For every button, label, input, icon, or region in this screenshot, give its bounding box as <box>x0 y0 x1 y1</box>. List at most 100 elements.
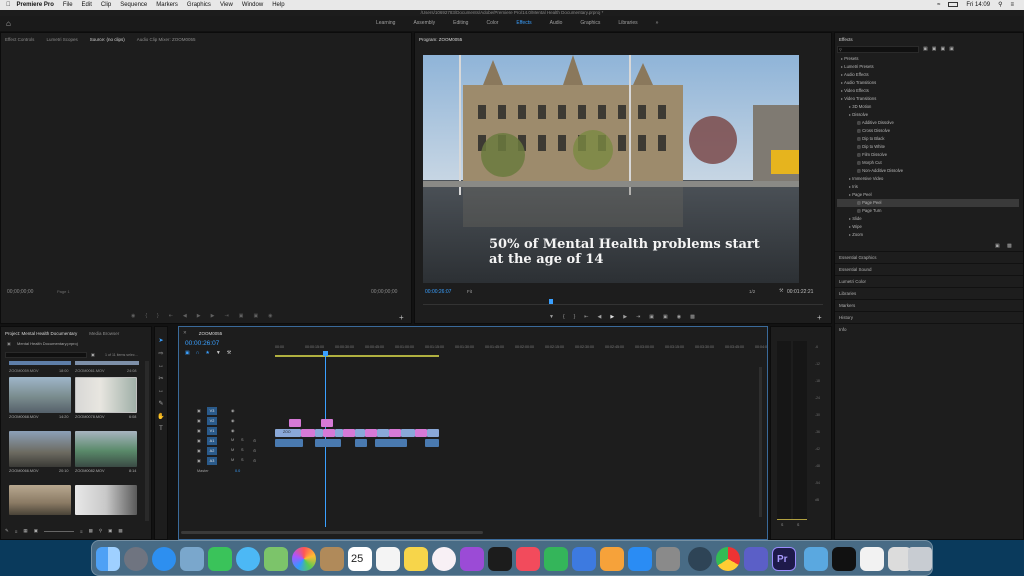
numbers-icon[interactable] <box>544 547 568 571</box>
audio-clip[interactable] <box>425 439 439 447</box>
nest-icon[interactable]: ▣ <box>185 350 190 356</box>
step-back-icon[interactable]: ◀ <box>598 314 602 320</box>
ws-more-button[interactable]: » <box>656 20 659 26</box>
program-resolution-dropdown[interactable]: 1/2 <box>749 289 755 294</box>
news-icon[interactable] <box>516 547 540 571</box>
list-view-icon[interactable]: ≡ <box>15 529 18 534</box>
effects-search-input[interactable]: ⚲ <box>837 46 919 53</box>
effects-section-header[interactable]: Markers <box>835 299 1023 311</box>
effects-tree-item[interactable]: ▸ Wipe <box>837 223 1019 231</box>
effects-tree-item[interactable]: ▧ Page Turn <box>837 207 1019 215</box>
sequence-tab[interactable]: ZOOM0055 <box>199 331 223 336</box>
new-bin-icon[interactable]: ▣ <box>91 352 95 357</box>
project-scrollbar[interactable] <box>145 361 149 521</box>
effects-tree-item[interactable]: ▸ Immersive Video <box>837 175 1019 183</box>
tv-icon[interactable] <box>488 547 512 571</box>
effects-section-header[interactable]: Lumetri Color <box>835 275 1023 287</box>
add-marker-icon[interactable]: ▼ <box>549 314 554 320</box>
eye-icon[interactable]: ◉ <box>231 428 234 433</box>
effects-tree-item[interactable]: ▧ Film Dissolve <box>837 151 1019 159</box>
step-forward-icon[interactable]: ▶ <box>623 314 627 320</box>
lock-icon[interactable]: ▣ <box>197 418 201 423</box>
overwrite-icon[interactable]: ▣ <box>253 313 258 319</box>
ws-tab-color[interactable]: Color <box>486 20 498 26</box>
home-icon[interactable]: ⌂ <box>6 19 11 28</box>
contacts-icon[interactable] <box>320 547 344 571</box>
audio-clip[interactable] <box>355 439 367 447</box>
sort-icon[interactable]: ≡ <box>80 529 83 534</box>
ws-tab-graphics[interactable]: Graphics <box>580 20 600 26</box>
maps-icon[interactable] <box>264 547 288 571</box>
effects-tree-item[interactable]: ▧ Dip to White <box>837 143 1019 151</box>
search-icon[interactable]: ⚲ <box>998 1 1002 8</box>
new-item-icon[interactable]: ▣ <box>108 528 112 534</box>
menu-markers[interactable]: Markers <box>156 2 178 8</box>
menu-window[interactable]: Window <box>242 2 263 8</box>
system-preferences-icon[interactable] <box>656 547 680 571</box>
video-clip[interactable] <box>335 429 343 437</box>
launchpad-icon[interactable] <box>124 547 148 571</box>
ws-tab-editing[interactable]: Editing <box>453 20 468 26</box>
lock-icon[interactable]: ▣ <box>197 458 201 463</box>
accelerated-filter-icon[interactable]: ▣ <box>923 46 928 52</box>
zoom-slider[interactable] <box>43 530 74 532</box>
video-clip[interactable] <box>315 429 323 437</box>
preview-icon[interactable] <box>180 547 204 571</box>
audio-clip[interactable] <box>275 439 303 447</box>
calendar-icon[interactable]: 25 <box>348 547 372 571</box>
transition[interactable] <box>343 429 355 437</box>
step-forward-icon[interactable]: ▶ <box>211 313 215 319</box>
program-mini-timeline[interactable] <box>423 299 823 305</box>
source-add-button[interactable]: + <box>399 313 404 322</box>
export-frame-icon[interactable]: ◉ <box>268 313 272 319</box>
track-target-toggle[interactable]: V1 <box>207 427 217 435</box>
video-clip[interactable] <box>377 429 389 437</box>
effects-tree-item[interactable]: ▸ Iris <box>837 183 1019 191</box>
program-timecode[interactable]: 00:00:26:07 <box>425 289 451 295</box>
folder-icon[interactable] <box>832 547 856 571</box>
eye-icon[interactable]: ◉ <box>231 418 234 423</box>
podcasts-icon[interactable] <box>460 547 484 571</box>
clip-thumbnail[interactable] <box>75 485 137 515</box>
yuv-filter-icon[interactable]: ▣ <box>940 46 945 52</box>
comparison-icon[interactable]: ▩ <box>690 314 695 320</box>
meter-solo-right[interactable]: S <box>797 523 799 527</box>
32bit-filter-icon[interactable]: ▣ <box>932 46 937 52</box>
effects-tree-item[interactable]: ▸ Video Effects <box>837 87 1019 95</box>
linked-selection-icon[interactable]: ★ <box>205 350 209 356</box>
ws-tab-audio[interactable]: Audio <box>550 20 563 26</box>
marker-icon[interactable]: ◉ <box>131 313 135 319</box>
video-clip[interactable] <box>289 419 301 427</box>
timeline-h-scrollbar[interactable] <box>181 531 483 534</box>
menu-graphics[interactable]: Graphics <box>187 2 211 8</box>
menu-view[interactable]: View <box>220 2 233 8</box>
transition[interactable] <box>415 429 427 437</box>
mute-icon[interactable]: M <box>231 458 234 462</box>
video-clip[interactable] <box>427 429 439 437</box>
track-target-toggle[interactable]: V2 <box>207 417 217 425</box>
track-select-icon[interactable]: ⇨ <box>158 350 163 357</box>
icon-view-icon[interactable]: ▦ <box>23 528 27 534</box>
clip-thumbnail[interactable] <box>9 377 71 413</box>
video-clip[interactable] <box>355 429 365 437</box>
find-icon[interactable]: ⚲ <box>99 528 102 534</box>
mic-icon[interactable]: ⊙ <box>253 438 256 443</box>
go-to-in-icon[interactable]: ⇤ <box>169 313 173 319</box>
settings-icon[interactable]: ⚒ <box>227 350 231 356</box>
mark-in-icon[interactable]: { <box>145 313 147 319</box>
tab-source[interactable]: Source: (no clips) <box>90 37 125 42</box>
effects-tree-item[interactable]: ▸ Audio Transitions <box>837 79 1019 87</box>
keynote-icon[interactable] <box>572 547 596 571</box>
program-fit-dropdown[interactable]: Fit <box>467 289 472 294</box>
quicktime-icon[interactable] <box>688 547 712 571</box>
video-clip[interactable]: ZOO <box>275 429 301 437</box>
write-on-icon[interactable]: ✎ <box>5 528 9 534</box>
effects-section-header[interactable]: Info <box>835 323 1023 335</box>
app-store-icon[interactable] <box>628 547 652 571</box>
safari-icon[interactable] <box>152 547 176 571</box>
add-marker-icon[interactable]: ▼ <box>216 350 221 356</box>
eye-icon[interactable]: ◉ <box>231 408 234 413</box>
snap-icon[interactable]: ∩ <box>196 350 200 356</box>
effects-section-header[interactable]: Essential Graphics <box>835 251 1023 263</box>
notes-icon[interactable] <box>404 547 428 571</box>
